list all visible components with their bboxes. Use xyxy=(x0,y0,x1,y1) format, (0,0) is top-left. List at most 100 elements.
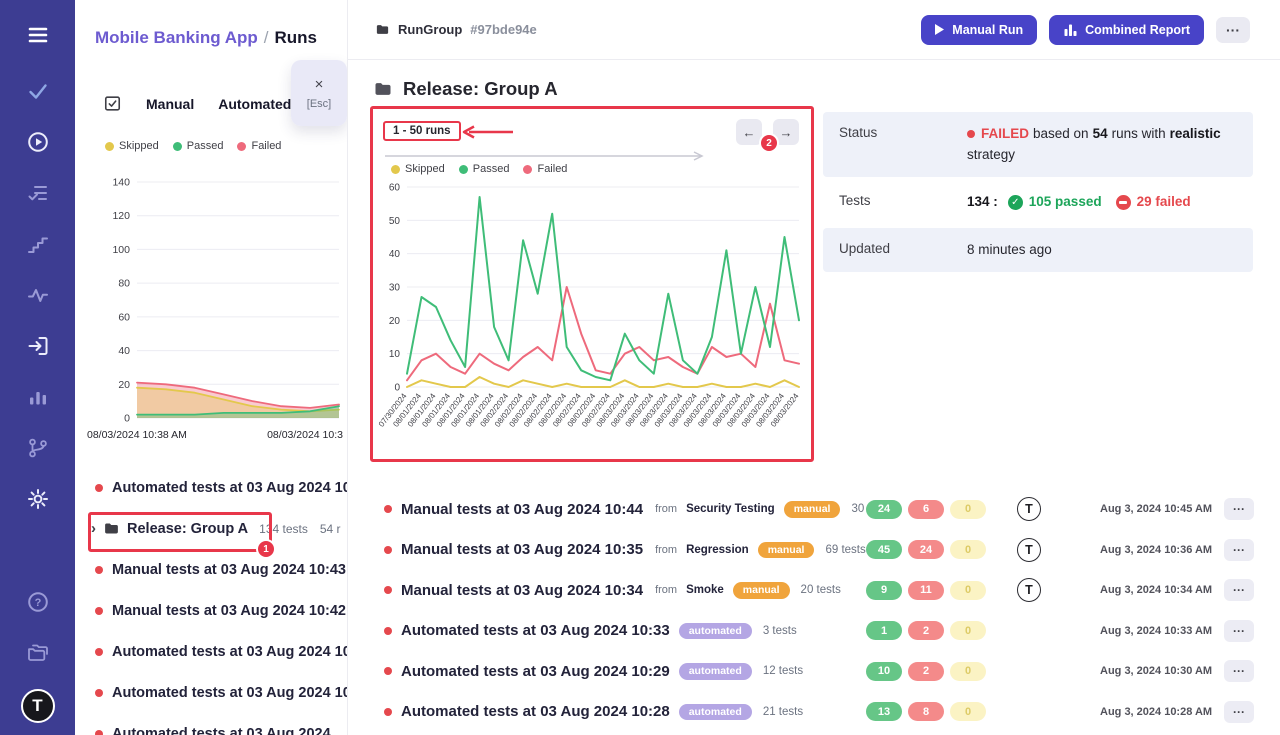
svg-text:0: 0 xyxy=(394,383,400,394)
skipped-pill: 0 xyxy=(950,702,986,721)
row-more-button[interactable]: ··· xyxy=(1224,498,1254,520)
svg-text:50: 50 xyxy=(389,216,401,227)
x-axis-right-label: 08/03/2024 10:3 xyxy=(267,429,343,441)
row-more-button[interactable]: ··· xyxy=(1224,620,1254,642)
row-more-button[interactable]: ··· xyxy=(1224,660,1254,682)
run-date: Aug 3, 2024 10:45 AM xyxy=(1058,503,1210,515)
svg-text:10: 10 xyxy=(389,349,401,360)
release-group-meta: 134 tests54 r xyxy=(259,522,340,536)
svg-text:20: 20 xyxy=(389,316,401,327)
combined-report-button[interactable]: Combined Report xyxy=(1049,15,1204,45)
run-row[interactable]: Automated tests at 03 Aug 2024 10:29 aut… xyxy=(348,651,1280,692)
mini-chart-legend: Skipped Passed Failed xyxy=(105,140,281,152)
svg-text:100: 100 xyxy=(112,244,130,256)
tests-row: Tests 134 : ✓ 105 passed 29 failed xyxy=(823,177,1253,227)
failed-status-dot xyxy=(95,566,103,574)
result-pills: 10 2 0 xyxy=(866,662,1000,681)
folder-icon xyxy=(103,520,120,537)
failed-pill: 24 xyxy=(908,540,944,559)
run-row[interactable]: Automated tests at 03 Aug 2024 10:28 aut… xyxy=(348,692,1280,733)
tab-automated[interactable]: Automated xyxy=(218,96,291,112)
mini-chart-x-axis: 08/03/2024 10:38 AM 08/03/2024 10:3 xyxy=(87,429,343,441)
manual-badge: manual xyxy=(733,582,790,599)
group-heading: Release: Group A xyxy=(373,78,558,100)
list-item[interactable]: Automated tests at 03 Aug 2024 10 xyxy=(75,467,348,508)
failed-status-dot xyxy=(384,627,392,635)
failed-pill: 6 xyxy=(908,500,944,519)
manual-run-button[interactable]: Manual Run xyxy=(921,15,1037,45)
pulse-icon[interactable] xyxy=(23,280,53,310)
close-icon[interactable]: × xyxy=(315,77,324,92)
failed-dot-icon xyxy=(523,165,532,174)
projects-folders-icon[interactable] xyxy=(23,638,53,668)
skipped-pill: 0 xyxy=(950,581,986,600)
reports-bar-chart-icon[interactable] xyxy=(23,382,53,412)
settings-gear-icon[interactable] xyxy=(23,484,53,514)
chart-pagination: ← → xyxy=(736,119,799,145)
chevron-right-icon[interactable]: › xyxy=(91,520,96,537)
import-icon[interactable] xyxy=(23,331,53,361)
app-logo[interactable]: T xyxy=(21,689,55,723)
result-pills: 13 8 0 xyxy=(866,702,1000,721)
annotation-arrow-icon xyxy=(457,124,515,140)
row-more-button[interactable]: ··· xyxy=(1224,579,1254,601)
run-date: Aug 3, 2024 10:28 AM xyxy=(1058,706,1210,718)
steps-icon[interactable] xyxy=(23,229,53,259)
run-row[interactable]: Manual tests at 03 Aug 2024 10:35 from R… xyxy=(348,530,1280,571)
svg-text:?: ? xyxy=(34,597,41,609)
svg-text:40: 40 xyxy=(389,249,401,260)
list-item[interactable]: Automated tests at 03 Aug 2024 10 xyxy=(75,631,348,672)
failed-status-dot xyxy=(384,667,392,675)
skipped-pill: 0 xyxy=(950,621,986,640)
breadcrumb-separator: / xyxy=(264,28,269,47)
run-rows-list: Manual tests at 03 Aug 2024 10:44 from S… xyxy=(348,489,1280,732)
skipped-pill: 0 xyxy=(950,500,986,519)
passed-dot-icon xyxy=(173,142,182,151)
list-item[interactable]: Manual tests at 03 Aug 2024 10:43 xyxy=(75,549,348,590)
breadcrumb-project[interactable]: Mobile Banking App xyxy=(95,28,258,47)
tab-manual[interactable]: Manual xyxy=(146,96,194,112)
list-item[interactable]: Automated tests at 03 Aug 2024 10 xyxy=(75,672,348,713)
more-options-button[interactable]: ··· xyxy=(1216,17,1250,43)
help-icon[interactable]: ? xyxy=(23,587,53,617)
legend-skipped: Skipped xyxy=(391,163,445,175)
svg-text:80: 80 xyxy=(118,278,130,290)
row-more-button[interactable]: ··· xyxy=(1224,539,1254,561)
esc-hint-label: [Esc] xyxy=(307,98,331,110)
row-more-button[interactable]: ··· xyxy=(1224,701,1254,723)
avatar: T xyxy=(1017,578,1041,602)
failed-pill: 8 xyxy=(908,702,944,721)
list-item[interactable]: Automated tests at 03 Aug 2024 xyxy=(75,713,348,735)
prev-page-button[interactable]: ← xyxy=(736,119,762,145)
failed-status-dot xyxy=(95,484,103,492)
failed-status-dot xyxy=(384,505,392,513)
main-chart-legend: Skipped Passed Failed xyxy=(391,163,567,175)
svg-text:140: 140 xyxy=(112,177,130,189)
run-date: Aug 3, 2024 10:30 AM xyxy=(1058,665,1210,677)
passed-pill: 24 xyxy=(866,500,902,519)
branch-icon[interactable] xyxy=(23,433,53,463)
menu-icon[interactable] xyxy=(23,20,53,50)
passed-check-icon: ✓ xyxy=(1008,195,1023,210)
x-axis-left-label: 08/03/2024 10:38 AM xyxy=(87,429,187,441)
run-date: Aug 3, 2024 10:33 AM xyxy=(1058,625,1210,637)
svg-text:60: 60 xyxy=(118,311,130,323)
manual-badge: manual xyxy=(758,542,815,559)
test-plans-icon[interactable] xyxy=(23,178,53,208)
tests-value: 134 : ✓ 105 passed 29 failed xyxy=(967,193,1237,211)
next-page-button[interactable]: → xyxy=(773,119,799,145)
tests-passed: 105 passed xyxy=(1029,193,1102,211)
passed-dot-icon xyxy=(459,165,468,174)
avatar: T xyxy=(1017,497,1041,521)
run-row[interactable]: Manual tests at 03 Aug 2024 10:34 from S… xyxy=(348,570,1280,611)
runs-play-icon[interactable] xyxy=(23,127,53,157)
tests-check-icon[interactable] xyxy=(23,76,53,106)
runs-filter-tabs: Manual Automated xyxy=(103,94,291,113)
run-board-icon[interactable] xyxy=(103,94,122,113)
esc-hint-popup[interactable]: × [Esc] xyxy=(291,60,347,126)
automated-badge: automated xyxy=(679,623,752,640)
list-item[interactable]: Manual tests at 03 Aug 2024 10:42 xyxy=(75,590,348,631)
list-item-release-group[interactable]: › Release: Group A 134 tests54 r xyxy=(75,508,348,549)
run-row[interactable]: Automated tests at 03 Aug 2024 10:33 aut… xyxy=(348,611,1280,652)
run-row[interactable]: Manual tests at 03 Aug 2024 10:44 from S… xyxy=(348,489,1280,530)
